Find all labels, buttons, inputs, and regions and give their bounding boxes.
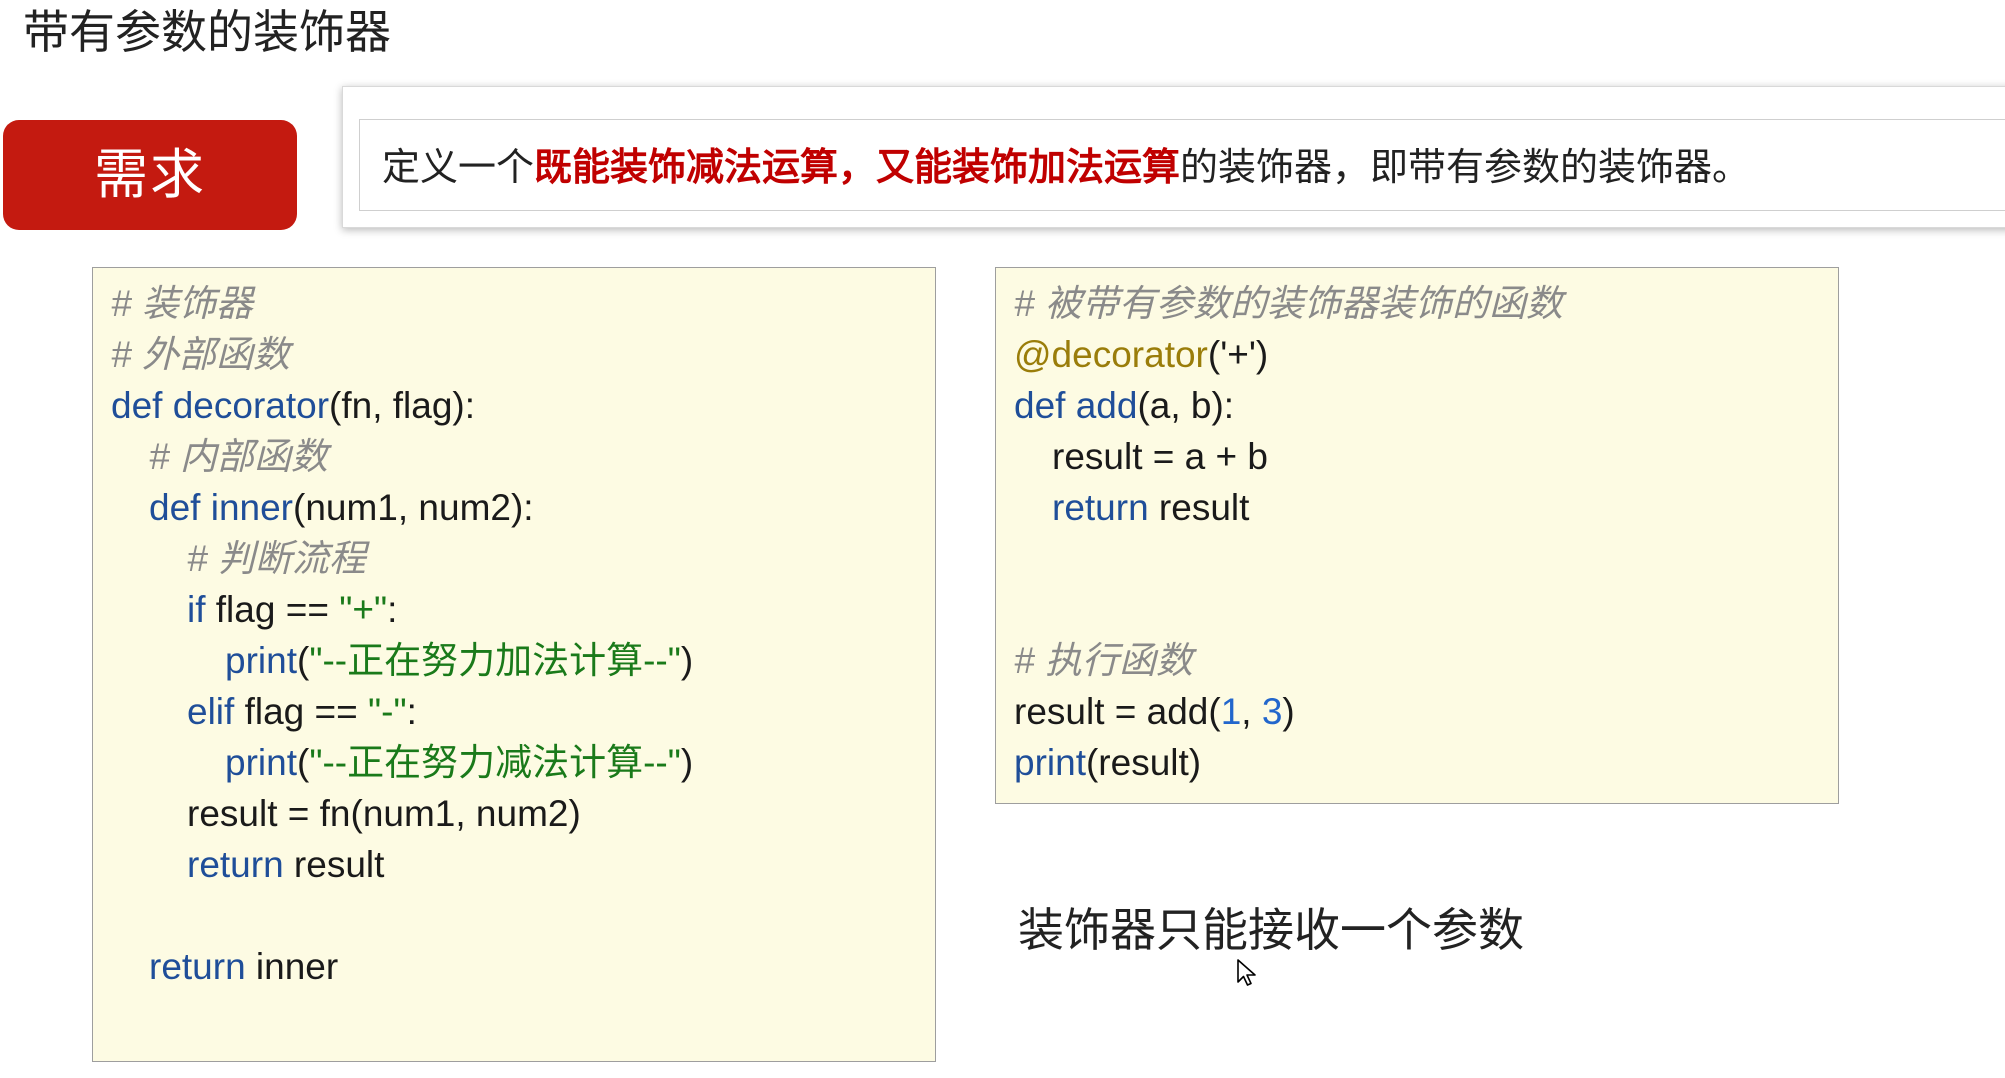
code-decorator: @decorator bbox=[1014, 334, 1208, 375]
code-line: def add(a, b): bbox=[1014, 380, 1234, 431]
mouse-cursor-icon bbox=[1237, 959, 1256, 986]
code-line: @decorator('+') bbox=[1014, 329, 1268, 380]
code-string: "--正在努力加法计算--" bbox=[309, 640, 681, 681]
code-text: result bbox=[283, 844, 385, 885]
code-line: def decorator(fn, flag): bbox=[111, 380, 475, 431]
code-function-name: add bbox=[1075, 385, 1138, 426]
code-line: result = a + b bbox=[1052, 431, 1268, 482]
code-text: result = a + b bbox=[1052, 436, 1268, 477]
code-text: result bbox=[1148, 487, 1250, 528]
code-text: : bbox=[406, 691, 417, 732]
code-block-usage: # 被带有参数的装饰器装饰的函数 @decorator('+') def add… bbox=[995, 267, 1839, 804]
code-line: if flag == "+": bbox=[187, 584, 397, 635]
code-number: 1 bbox=[1220, 691, 1242, 732]
code-comment: # 装饰器 bbox=[111, 283, 253, 324]
note-text: 装饰器只能接收一个参数 bbox=[1018, 903, 1524, 957]
code-keyword: return bbox=[1052, 487, 1149, 528]
code-text: , bbox=[1241, 691, 1262, 732]
code-line: result = fn(num1, num2) bbox=[187, 788, 581, 839]
code-line: result = add(1, 3) bbox=[1014, 686, 1295, 737]
code-line: # 被带有参数的装饰器装饰的函数 bbox=[1014, 278, 1563, 329]
code-keyword: return bbox=[187, 844, 284, 885]
code-block-decorator: # 装饰器 # 外部函数 def decorator(fn, flag): # … bbox=[92, 267, 936, 1062]
code-line: return inner bbox=[149, 941, 338, 992]
code-string: "+" bbox=[339, 589, 388, 630]
page-title: 带有参数的装饰器 bbox=[23, 5, 391, 59]
code-line: # 执行函数 bbox=[1014, 635, 1193, 686]
code-text: ) bbox=[680, 640, 694, 681]
code-text: ( bbox=[296, 742, 310, 783]
code-keyword: def bbox=[111, 385, 163, 426]
code-line: return result bbox=[187, 839, 384, 890]
code-line: print(result) bbox=[1014, 737, 1201, 788]
requirement-text: 定义一个既能装饰减法运算，又能装饰加法运算的装饰器，即带有参数的装饰器。 bbox=[382, 142, 1750, 192]
code-function-name: print bbox=[225, 640, 297, 681]
code-line: def inner(num1, num2): bbox=[149, 482, 534, 533]
code-comment: # 内部函数 bbox=[149, 436, 328, 477]
code-comment: # 判断流程 bbox=[187, 538, 366, 579]
code-comment: # 被带有参数的装饰器装饰的函数 bbox=[1014, 283, 1563, 324]
code-text: ( bbox=[296, 640, 310, 681]
code-text: result = add( bbox=[1014, 691, 1221, 732]
code-line: return result bbox=[1052, 482, 1249, 533]
code-line: # 内部函数 bbox=[149, 431, 328, 482]
code-line: print("--正在努力加法计算--") bbox=[225, 635, 693, 686]
code-string: "--正在努力减法计算--" bbox=[309, 742, 681, 783]
code-line: print("--正在努力减法计算--") bbox=[225, 737, 693, 788]
requirement-text-box: 定义一个既能装饰减法运算，又能装饰加法运算的装饰器，即带有参数的装饰器。 bbox=[359, 119, 2005, 211]
code-comment: # 执行函数 bbox=[1014, 640, 1193, 681]
code-text: (fn, flag): bbox=[329, 385, 476, 426]
code-text: flag == bbox=[234, 691, 369, 732]
code-function-name: print bbox=[225, 742, 297, 783]
code-keyword: return bbox=[149, 946, 246, 987]
code-text: (result) bbox=[1085, 742, 1202, 783]
code-text: ) bbox=[680, 742, 694, 783]
code-keyword: if bbox=[187, 589, 206, 630]
requirement-text-before: 定义一个 bbox=[382, 145, 535, 189]
code-text: : bbox=[387, 589, 398, 630]
code-text: (a, b): bbox=[1137, 385, 1235, 426]
code-function-name: decorator bbox=[172, 385, 330, 426]
code-line: elif flag == "-": bbox=[187, 686, 417, 737]
code-text: (num1, num2): bbox=[293, 487, 534, 528]
code-text: result = fn(num1, num2) bbox=[187, 793, 581, 834]
code-line: # 外部函数 bbox=[111, 329, 290, 380]
code-text: inner bbox=[245, 946, 339, 987]
code-text: ) bbox=[1282, 691, 1295, 732]
code-number: 3 bbox=[1261, 691, 1283, 732]
code-comment: # 外部函数 bbox=[111, 334, 290, 375]
code-function-name: print bbox=[1014, 742, 1086, 783]
requirement-text-highlight: 既能装饰减法运算，又能装饰加法运算 bbox=[534, 144, 1181, 189]
requirement-badge: 需求 bbox=[3, 120, 297, 230]
code-function-name: inner bbox=[210, 487, 293, 528]
requirement-text-after: 的装饰器，即带有参数的装饰器。 bbox=[1180, 145, 1751, 189]
code-keyword: def bbox=[1014, 385, 1066, 426]
code-string: "-" bbox=[368, 691, 407, 732]
code-text: ('+') bbox=[1207, 334, 1269, 375]
code-keyword: def bbox=[149, 487, 201, 528]
requirement-panel: 定义一个既能装饰减法运算，又能装饰加法运算的装饰器，即带有参数的装饰器。 bbox=[342, 86, 2005, 228]
code-line: # 装饰器 bbox=[111, 278, 253, 329]
code-text: flag == bbox=[205, 589, 340, 630]
code-line: # 判断流程 bbox=[187, 533, 366, 584]
code-keyword: elif bbox=[187, 691, 235, 732]
